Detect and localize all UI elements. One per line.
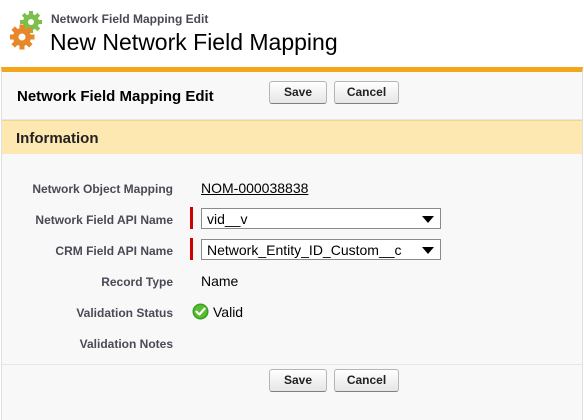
required-indicator — [190, 207, 193, 229]
panel-title: Network Field Mapping Edit — [17, 88, 214, 105]
crm-field-api-name-select[interactable]: Network_Entity_ID_Custom__c — [201, 239, 441, 260]
breadcrumb: Network Field Mapping Edit — [51, 12, 209, 26]
page-title: New Network Field Mapping — [50, 29, 338, 55]
cancel-button-bottom[interactable]: Cancel — [334, 369, 399, 392]
page-header: Network Field Mapping Edit New Network F… — [0, 0, 584, 66]
edit-panel: Network Field Mapping Edit Save Cancel I… — [1, 67, 583, 420]
triangle-down-icon — [422, 247, 434, 254]
required-indicator — [190, 238, 193, 260]
section-header-information: Information — [2, 120, 582, 154]
validation-notes-label: Validation Notes — [79, 337, 173, 351]
network-field-api-name-value: vid__v — [207, 211, 248, 227]
triangle-down-icon — [422, 216, 434, 223]
crm-field-api-name-value: Network_Entity_ID_Custom__c — [207, 242, 402, 258]
validation-status-label: Validation Status — [76, 306, 173, 320]
crm-field-api-name-label: CRM Field API Name — [55, 244, 173, 258]
gears-icon — [10, 11, 42, 50]
check-circle-icon — [192, 303, 209, 320]
network-object-mapping-link[interactable]: NOM-000038838 — [201, 180, 308, 196]
validation-status-value: Valid — [213, 304, 244, 320]
save-button-bottom[interactable]: Save — [269, 369, 327, 392]
network-field-api-name-select[interactable]: vid__v — [201, 208, 441, 229]
network-object-mapping-label: Network Object Mapping — [32, 182, 173, 196]
cancel-button-top[interactable]: Cancel — [334, 81, 399, 104]
record-type-value: Name — [201, 273, 239, 289]
network-field-api-name-label: Network Field API Name — [35, 213, 173, 227]
save-button-top[interactable]: Save — [269, 81, 327, 104]
panel-title-bar: Network Field Mapping Edit Save Cancel — [2, 72, 582, 120]
record-type-label: Record Type — [101, 275, 173, 289]
divider — [2, 364, 582, 365]
section-title: Information — [16, 130, 99, 147]
